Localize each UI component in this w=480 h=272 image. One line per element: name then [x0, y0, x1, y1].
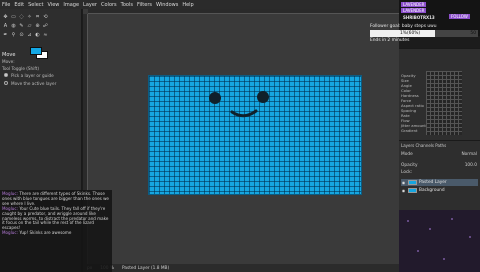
visibility-eye-icon[interactable]: ◉: [401, 180, 406, 185]
right-eye: [257, 91, 269, 103]
sparkle-icon: [407, 220, 409, 222]
chat-message: Mogluc: Your Cute blue tails. They fall …: [2, 205, 110, 232]
paint-dynamics-panel: Opacity Size Angle Color Hardness Force …: [399, 48, 480, 140]
stream-username: SHRIBOTRX13: [403, 15, 435, 20]
layer-row[interactable]: ◉ Pasted Layer: [401, 179, 478, 186]
menu-help[interactable]: Help: [182, 2, 193, 8]
menu-windows[interactable]: Windows: [156, 2, 178, 8]
mode-select[interactable]: Normal: [461, 152, 477, 158]
move-active-radio[interactable]: [4, 81, 8, 85]
fuzzy-select-icon[interactable]: ✧: [27, 14, 32, 20]
layer-name: Pasted Layer: [419, 180, 447, 185]
rect-select-icon[interactable]: ▭: [11, 14, 16, 20]
sparkle-icon: [417, 250, 419, 252]
alert-tag: LAVENDER: [401, 2, 427, 7]
sparkle-icon: [429, 228, 431, 230]
sparkle-icon: [469, 236, 471, 238]
layer-row[interactable]: ◉ Background: [401, 187, 478, 194]
tool-toggle-label: Tool Toggle (Shift): [2, 66, 40, 71]
eraser-icon[interactable]: ▱: [27, 23, 32, 29]
sparkle-icon: [451, 218, 453, 220]
menu-layer[interactable]: Layer: [83, 2, 97, 8]
clone-icon[interactable]: ⊕: [35, 23, 40, 29]
bucket-icon[interactable]: ◍: [11, 23, 16, 29]
menu-filters[interactable]: Filters: [137, 2, 152, 8]
chat-message: Mogluc: There are different types of Ski…: [2, 191, 110, 207]
stream-decoration: [399, 210, 480, 272]
measure-icon[interactable]: ⊿: [27, 32, 32, 38]
zoom-icon[interactable]: ⊙: [19, 32, 24, 38]
menu-tools[interactable]: Tools: [121, 2, 133, 8]
menu-select[interactable]: Select: [28, 2, 43, 8]
left-eye: [209, 92, 221, 104]
text-tool-icon[interactable]: A: [3, 23, 8, 29]
color-picker-icon[interactable]: ⚲: [11, 32, 16, 38]
menu-file[interactable]: File: [2, 2, 10, 8]
chat-username: Mogluc:: [2, 230, 18, 236]
lock-label: Lock:: [401, 170, 413, 175]
follower-goal-count: 50: [470, 31, 476, 36]
move-active-label: Move the active layer: [11, 81, 57, 86]
smile-mouth: [230, 109, 258, 118]
mode-label: Mode: [401, 152, 413, 157]
opacity-value[interactable]: 100.0: [465, 163, 477, 169]
transform-icon[interactable]: ⟲: [43, 14, 48, 20]
tool-options-title: Move: [2, 52, 16, 58]
smudge-icon[interactable]: ☍: [43, 23, 48, 29]
follower-goal-percent: 1%(60%): [400, 31, 421, 36]
pixel-canvas[interactable]: [148, 75, 362, 195]
move-tool-icon[interactable]: ✥: [3, 14, 8, 20]
menu-colors[interactable]: Colors: [101, 2, 117, 8]
follower-goal-bar: 1%(60%) 50: [370, 30, 478, 37]
pick-layer-radio[interactable]: [4, 73, 8, 77]
layer-thumbnail: [408, 180, 417, 185]
lock-row: Lock:: [401, 170, 477, 176]
mode-row: Mode Normal: [401, 152, 477, 158]
menu-edit[interactable]: Edit: [14, 2, 24, 8]
visibility-eye-icon[interactable]: ◉: [401, 188, 406, 193]
sparkle-icon: [443, 258, 445, 260]
chat-text: There are different types of Skinks. Tho…: [2, 191, 109, 206]
pick-layer-label: Pick a layer or guide: [11, 73, 54, 78]
opacity-row: Opacity 100.0: [401, 163, 477, 169]
chat-overlay: Mogluc: There are different types of Ski…: [0, 190, 112, 272]
dynamics-matrix[interactable]: [426, 71, 462, 135]
alert-tag: FOLLOW: [449, 14, 470, 19]
dodge-icon[interactable]: ◐: [35, 32, 40, 38]
chat-text: Yup! Skinks are awesome: [19, 230, 72, 236]
menu-image[interactable]: Image: [63, 2, 79, 8]
chat-text: Your Cute blue tails. They fall off if t…: [2, 205, 109, 231]
opacity-label: Opacity: [401, 163, 418, 168]
layer-thumbnail: [408, 188, 417, 193]
layers-tabs[interactable]: Layers Channels Paths: [399, 143, 480, 149]
foreground-color-swatch[interactable]: [30, 47, 42, 55]
lasso-icon[interactable]: ◌: [19, 14, 24, 20]
layer-info-text: Pasted Layer (1.8 MB): [121, 265, 170, 271]
chat-message: Mogluc: Yup! Skinks are awesome: [2, 230, 110, 236]
move-label: Move:: [2, 59, 15, 64]
menu-view[interactable]: View: [48, 2, 60, 8]
alert-tag: LAVENDER: [401, 8, 427, 13]
warp-icon[interactable]: ≈: [43, 32, 48, 38]
layer-name: Background: [419, 188, 445, 193]
status-bar: px 100 % Pasted Layer (1.8 MB): [83, 264, 399, 272]
crop-icon[interactable]: ⌗: [35, 14, 40, 20]
dynamics-label: Gradient: [401, 128, 418, 133]
follower-goal-ends: Ends in 2 minutes: [370, 38, 410, 43]
paths-icon[interactable]: ✒: [3, 32, 8, 38]
paintbrush-icon[interactable]: ✎: [19, 23, 24, 29]
horizontal-ruler: [88, 9, 399, 14]
